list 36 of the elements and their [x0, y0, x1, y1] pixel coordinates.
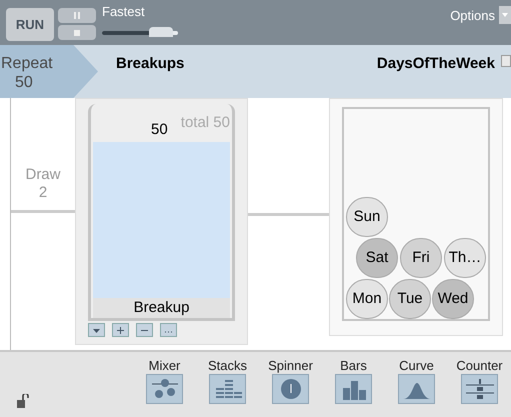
plus-icon — [117, 326, 124, 334]
draw-label: Draw — [25, 166, 60, 184]
options-dropdown[interactable] — [499, 6, 511, 24]
close-button[interactable] — [501, 55, 511, 67]
device-name: DaysOfTheWeek — [376, 54, 495, 74]
speed-label: Fastest — [102, 4, 146, 19]
palette-item[interactable]: Mixer — [140, 358, 189, 404]
mixer-icon — [150, 378, 180, 400]
draw-count: 2 — [38, 184, 48, 201]
stack-count: 50 — [151, 120, 168, 140]
slider-thumb[interactable] — [148, 27, 173, 37]
caret-icon — [502, 13, 508, 17]
remove-button[interactable] — [136, 323, 153, 337]
total-label: total 50 — [180, 113, 230, 133]
speed-slider[interactable] — [102, 25, 178, 39]
add-button[interactable] — [112, 323, 129, 337]
palette-item[interactable]: Curve — [392, 358, 441, 404]
caret-icon — [93, 326, 100, 334]
stop-button[interactable] — [58, 25, 96, 40]
pause-icon — [74, 12, 80, 19]
repeat-label: Repeat — [1, 55, 53, 73]
unlocked-padlock-icon[interactable] — [17, 394, 29, 408]
stack-label: Breakup — [93, 298, 230, 318]
run-button[interactable]: RUN — [6, 8, 54, 41]
counter-icon — [464, 378, 494, 400]
options-label: Options — [450, 8, 495, 23]
stop-icon — [74, 30, 80, 36]
palette-item[interactable]: Counter — [455, 358, 504, 404]
repeat-count: 50 — [15, 74, 33, 92]
palette-item[interactable]: Bars — [329, 358, 378, 404]
palette-item[interactable]: Spinner — [266, 358, 315, 404]
device-name: Breakups — [116, 54, 184, 74]
palette-item[interactable]: Stacks — [203, 358, 252, 404]
more-button[interactable] — [160, 323, 177, 337]
pause-button[interactable] — [58, 8, 96, 23]
menu-button[interactable] — [88, 323, 105, 337]
